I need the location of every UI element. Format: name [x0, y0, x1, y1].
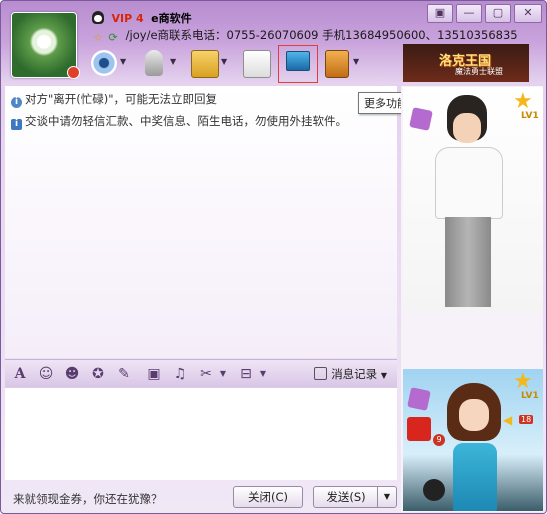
star-icon[interactable]: ☆	[92, 32, 104, 44]
more-dropdown-icon[interactable]: ▼	[353, 57, 359, 66]
message-input[interactable]	[5, 387, 397, 480]
refresh-icon[interactable]: ⟳	[107, 32, 119, 44]
girl-dress	[453, 443, 497, 511]
boy-pants	[445, 217, 491, 307]
system-message: i 对方"离开(忙碌)"，可能无法立即回复	[11, 91, 217, 108]
girl-face	[459, 399, 489, 431]
contact-signature: /joy/e商联系电话：0755-26070609 手机13684950600、…	[125, 28, 518, 42]
emoji-icon[interactable]: ☺	[37, 365, 55, 383]
video-call-icon[interactable]	[91, 50, 117, 76]
format-toolbar: A ☺ ☻ ✪ ✎ ▣ ♫ ✂ ▼ ⊟ ▼ 消息记录 ▼	[5, 359, 397, 387]
send-file-icon[interactable]	[191, 50, 219, 78]
contact-signature-row: ☆ ⟳ /joy/e商联系电话：0755-26070609 手机136849506…	[92, 27, 518, 44]
speaker-count-badge: 18	[519, 415, 534, 424]
voice-call-icon[interactable]	[145, 50, 163, 76]
promo-link[interactable]: 来就领现金券，你还在犹豫？	[13, 491, 163, 507]
create-group-icon[interactable]	[243, 50, 271, 78]
boy-face	[453, 113, 481, 143]
gift-count-badge: 9	[433, 434, 445, 446]
close-button[interactable]: 关闭(C)	[233, 486, 303, 508]
shopping-dropdown-icon[interactable]: ▼	[254, 365, 272, 383]
remote-desktop-icon	[286, 51, 310, 71]
chat-history-area[interactable]: i 对方"离开(忙碌)"，可能无法立即回复 i 交谈中请勿轻信汇款、中奖信息、陌生电…	[5, 86, 397, 358]
screenshot-icon[interactable]: ✂	[197, 365, 215, 383]
banner-subtitle: 魔法勇士联盟	[455, 67, 503, 76]
history-icon	[314, 367, 328, 380]
system-message: i 交谈中请勿轻信汇款、中奖信息、陌生电话，勿使用外挂软件。	[11, 113, 347, 130]
file-dropdown-icon[interactable]: ▼	[221, 57, 227, 66]
busy-status-icon	[67, 66, 80, 79]
contact-avatar[interactable]	[11, 12, 80, 79]
contact-nickname[interactable]: e商软件	[151, 12, 191, 25]
speaker-icon[interactable]: ◀	[503, 413, 512, 427]
vip-badge[interactable]: VIP 4	[112, 12, 144, 25]
info-icon: i	[11, 97, 22, 108]
chat-window: ▣ — ▢ ✕ VIP 4 e商软件 ☆ ⟳ /joy/e商联系电话：0755-2…	[0, 0, 547, 514]
chat-toolbar: ▼ ▼ ▼ ▼	[87, 45, 377, 83]
skin-button[interactable]: ▣	[427, 4, 453, 23]
level-label: LV1	[521, 391, 539, 401]
boy-shirt	[435, 147, 503, 219]
gift-box-icon[interactable]	[409, 107, 433, 131]
music-icon[interactable]: ♫	[171, 365, 189, 383]
maximize-button[interactable]: ▢	[485, 4, 511, 23]
my-avatar-show[interactable]: 9 ◀ 18 ★ LV1	[403, 369, 543, 511]
message-history-button[interactable]: 消息记录 ▼	[314, 366, 387, 382]
more-apps-icon[interactable]	[325, 50, 349, 78]
footer-bar: 来就领现金券，你还在犹豫？ 关闭(C) 发送(S) ▼	[5, 480, 397, 512]
close-window-button[interactable]: ✕	[514, 4, 542, 23]
gift-box-icon[interactable]	[407, 387, 431, 411]
minimize-button[interactable]: —	[456, 4, 482, 23]
scribble-icon[interactable]: ✎	[115, 365, 133, 383]
cat-pet	[423, 479, 445, 501]
red-gift-icon[interactable]	[407, 417, 431, 441]
shopping-icon[interactable]: ⊟	[237, 365, 255, 383]
send-options-dropdown[interactable]: ▼	[377, 486, 397, 508]
screenshot-dropdown-icon[interactable]: ▼	[214, 365, 232, 383]
level-label: LV1	[521, 111, 539, 121]
history-dropdown-icon: ▼	[380, 371, 387, 380]
contact-avatar-show[interactable]: ★ LV1	[403, 87, 543, 313]
game-ad-banner[interactable]: 洛克王国 魔法勇士联盟	[403, 44, 529, 82]
vip-emoji-icon[interactable]: ☻	[63, 365, 81, 383]
qq-penguin-icon	[92, 11, 104, 24]
send-button[interactable]: 发送(S)	[313, 486, 379, 508]
video-dropdown-icon[interactable]: ▼	[120, 57, 126, 66]
remote-assist-highlight[interactable]	[278, 45, 318, 83]
contact-title: VIP 4 e商软件	[92, 10, 192, 26]
voice-dropdown-icon[interactable]: ▼	[170, 57, 176, 66]
magic-emoji-icon[interactable]: ✪	[89, 365, 107, 383]
image-icon[interactable]: ▣	[145, 365, 163, 383]
font-icon[interactable]: A	[11, 365, 29, 383]
shield-icon: i	[11, 119, 22, 130]
